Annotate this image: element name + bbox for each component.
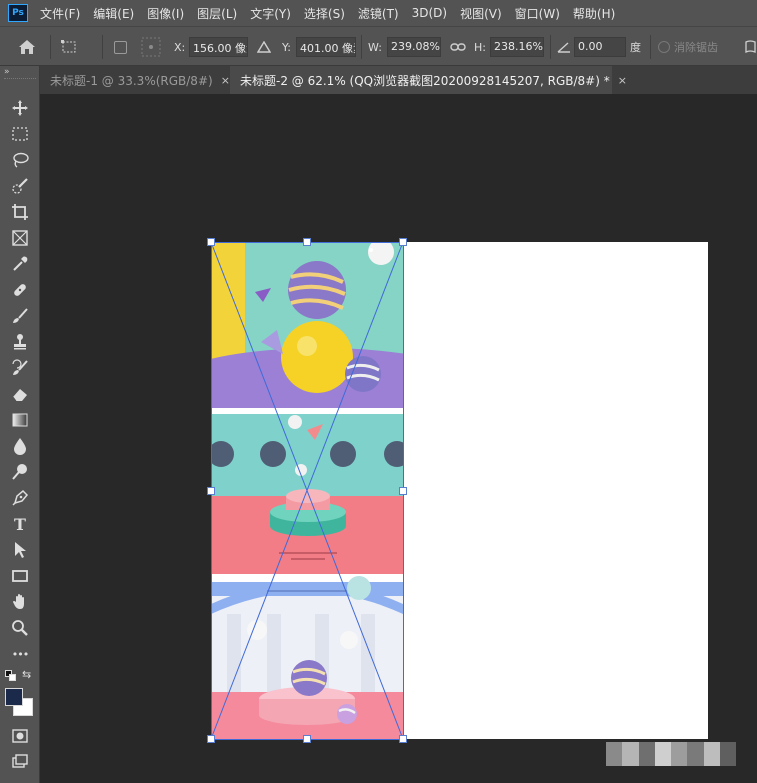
menu-3d[interactable]: 3D(D): [412, 6, 447, 20]
menu-filter[interactable]: 滤镜(T): [358, 5, 399, 22]
options-bar: X: 156.00 像素 Y: 401.00 像素 W: 239.08% H: …: [0, 26, 757, 66]
blur-tool-icon[interactable]: [8, 434, 32, 458]
menu-select[interactable]: 选择(S): [304, 5, 345, 22]
warp-icon[interactable]: [744, 27, 757, 67]
menu-help[interactable]: 帮助(H): [573, 5, 615, 22]
tab-document-1[interactable]: 未标题-1 @ 33.3%(RGB/8#) ×: [40, 66, 230, 94]
transform-handle-top-right[interactable]: [399, 238, 407, 246]
history-brush-tool-icon[interactable]: [8, 356, 32, 380]
eyedropper-tool-icon[interactable]: [8, 252, 32, 276]
tab-document-2-label: 未标题-2 @ 62.1% (QQ浏览器截图20200928145207, RG…: [240, 73, 610, 88]
menu-edit[interactable]: 编辑(E): [93, 5, 134, 22]
y-label: Y:: [282, 40, 291, 54]
marquee-tool-icon[interactable]: [8, 122, 32, 146]
w-label: W:: [368, 40, 382, 54]
default-colors-icon[interactable]: [5, 670, 17, 682]
quick-mask-icon[interactable]: [8, 724, 32, 748]
healing-brush-tool-icon[interactable]: [8, 278, 32, 302]
h-label: H:: [474, 40, 486, 54]
antialias-label: 消除锯齿: [674, 41, 718, 54]
more-tools-icon[interactable]: •••: [8, 642, 32, 666]
brush-tool-icon[interactable]: [8, 304, 32, 328]
eraser-tool-icon[interactable]: [8, 382, 32, 406]
transform-handle-middle-right[interactable]: [399, 487, 407, 495]
pixelated-watermark: [606, 742, 736, 766]
tab-document-2[interactable]: 未标题-2 @ 62.1% (QQ浏览器截图20200928145207, RG…: [230, 66, 627, 94]
crop-tool-icon[interactable]: [8, 200, 32, 224]
reference-point-grid-icon[interactable]: [141, 27, 161, 67]
collapse-panel-icon[interactable]: »: [4, 67, 10, 77]
transform-handle-bottom-right[interactable]: [399, 735, 407, 743]
photoshop-logo: Ps: [8, 4, 28, 22]
lasso-tool-icon[interactable]: [8, 148, 32, 172]
tab-document-1-label: 未标题-1 @ 33.3%(RGB/8#): [50, 73, 213, 88]
menu-image[interactable]: 图像(I): [147, 5, 184, 22]
close-icon[interactable]: ×: [618, 74, 627, 87]
hand-tool-icon[interactable]: [8, 590, 32, 614]
dodge-tool-icon[interactable]: [8, 460, 32, 484]
x-label: X:: [174, 40, 186, 54]
transform-handle-top-left[interactable]: [207, 238, 215, 246]
menu-view[interactable]: 视图(V): [460, 5, 502, 22]
y-position-field[interactable]: 401.00 像素: [296, 37, 356, 57]
screen-mode-icon[interactable]: [8, 750, 32, 774]
delta-icon[interactable]: [257, 27, 271, 67]
antialias-checkbox[interactable]: [658, 41, 670, 53]
zoom-tool-icon[interactable]: [8, 616, 32, 640]
menu-type[interactable]: 文字(Y): [250, 5, 291, 22]
link-icon[interactable]: [450, 27, 466, 67]
menu-layer[interactable]: 图层(L): [197, 5, 237, 22]
panel-grip[interactable]: [4, 78, 36, 81]
swap-colors-icon[interactable]: ⇆: [22, 668, 31, 681]
document-tabs: 未标题-1 @ 33.3%(RGB/8#) × 未标题-2 @ 62.1% (Q…: [0, 66, 757, 94]
height-field[interactable]: 238.16%: [490, 37, 544, 57]
rotation-angle-field[interactable]: 0.00: [574, 37, 626, 57]
home-icon[interactable]: [18, 27, 36, 67]
transform-preset-icon[interactable]: [60, 27, 78, 67]
tools-panel: » T ••• ⇆: [0, 66, 40, 783]
image-panel-1: [211, 242, 403, 408]
clone-stamp-tool-icon[interactable]: [8, 330, 32, 354]
transform-handle-bottom-center[interactable]: [303, 735, 311, 743]
image-panel-3: [211, 574, 403, 739]
antialias-option[interactable]: 消除锯齿: [658, 27, 718, 67]
quick-select-tool-icon[interactable]: [8, 174, 32, 198]
placed-image-layer[interactable]: [211, 242, 403, 739]
frame-tool-icon[interactable]: [8, 226, 32, 250]
type-tool-icon[interactable]: T: [8, 512, 32, 536]
reference-point-checkbox[interactable]: [114, 40, 127, 54]
rotate-angle-icon: [557, 27, 571, 67]
path-select-tool-icon[interactable]: [8, 538, 32, 562]
transform-handle-bottom-left[interactable]: [207, 735, 215, 743]
image-panel-2: [211, 408, 403, 574]
close-icon[interactable]: ×: [221, 74, 230, 87]
transform-handle-middle-left[interactable]: [207, 487, 215, 495]
width-field[interactable]: 239.08%: [387, 37, 441, 57]
menu-window[interactable]: 窗口(W): [515, 5, 560, 22]
move-tool-icon[interactable]: [8, 96, 32, 120]
foreground-color-swatch[interactable]: [5, 688, 23, 706]
gradient-tool-icon[interactable]: [8, 408, 32, 432]
transform-handle-top-center[interactable]: [303, 238, 311, 246]
x-position-field[interactable]: 156.00 像素: [189, 37, 248, 57]
menu-bar: Ps 文件(F) 编辑(E) 图像(I) 图层(L) 文字(Y) 选择(S) 滤…: [0, 0, 757, 26]
menu-file[interactable]: 文件(F): [40, 5, 80, 22]
degree-unit-label: 度: [630, 41, 641, 54]
rectangle-tool-icon[interactable]: [8, 564, 32, 588]
pen-tool-icon[interactable]: [8, 486, 32, 510]
